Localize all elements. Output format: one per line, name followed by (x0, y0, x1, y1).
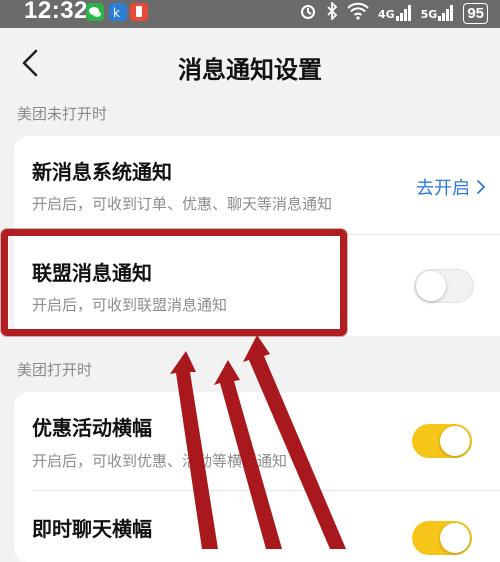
bluetooth-icon (326, 0, 338, 24)
enable-link-label: 去开启 (416, 178, 470, 199)
signal-icon: 5G (421, 5, 455, 21)
annotation-highlight-box (1, 229, 347, 336)
wifi-icon (347, 2, 369, 24)
row-title: 新消息系统通知 (32, 160, 172, 184)
row-title: 优惠活动横幅 (32, 416, 152, 440)
row-description: 开启后，可收到订单、优惠、聊天等消息通知 (32, 195, 333, 213)
alarm-icon (299, 2, 317, 24)
chevron-right-icon (477, 180, 486, 194)
row-title: 即时聊天横幅 (32, 517, 152, 541)
network-label-1: 4G (377, 8, 395, 21)
section-label-app-closed: 美团未打开时 (17, 105, 108, 123)
settings-row-system-notification[interactable]: 新消息系统通知 开启后，可收到订单、优惠、聊天等消息通知 去开启 (14, 136, 500, 234)
svg-text:k: k (113, 6, 120, 20)
toggle-knob (440, 426, 470, 456)
settings-card-app-open: 优惠活动横幅 开启后，可收到优惠、活动等横幅通知 即时聊天横幅 (14, 392, 500, 562)
page-title: 消息通知设置 (178, 56, 322, 84)
network-label-2: 5G (420, 8, 438, 21)
status-bar: 12:32 k 4G 5G 95 (0, 0, 500, 28)
row-description: 开启后，可收到优惠、活动等横幅通知 (32, 452, 288, 470)
alliance-notification-toggle[interactable] (414, 269, 474, 303)
toggle-knob (416, 271, 446, 301)
enable-link[interactable]: 去开启 (416, 174, 486, 200)
status-time: 12:32 (24, 0, 88, 24)
signal-icon: 4G (378, 5, 412, 21)
wechat-icon (86, 3, 104, 21)
nav-bar: 消息通知设置 (0, 28, 500, 98)
promo-banner-toggle[interactable] (412, 424, 472, 458)
app-icon: k (109, 3, 127, 21)
settings-row-promo-banner: 优惠活动横幅 开启后，可收到优惠、活动等横幅通知 (14, 392, 500, 490)
notification-icon (130, 3, 148, 21)
battery-icon: 95 (463, 2, 488, 24)
settings-row-chat-banner: 即时聊天横幅 (14, 491, 500, 562)
chat-banner-toggle[interactable] (412, 521, 472, 555)
section-label-app-open: 美团打开时 (17, 361, 93, 379)
